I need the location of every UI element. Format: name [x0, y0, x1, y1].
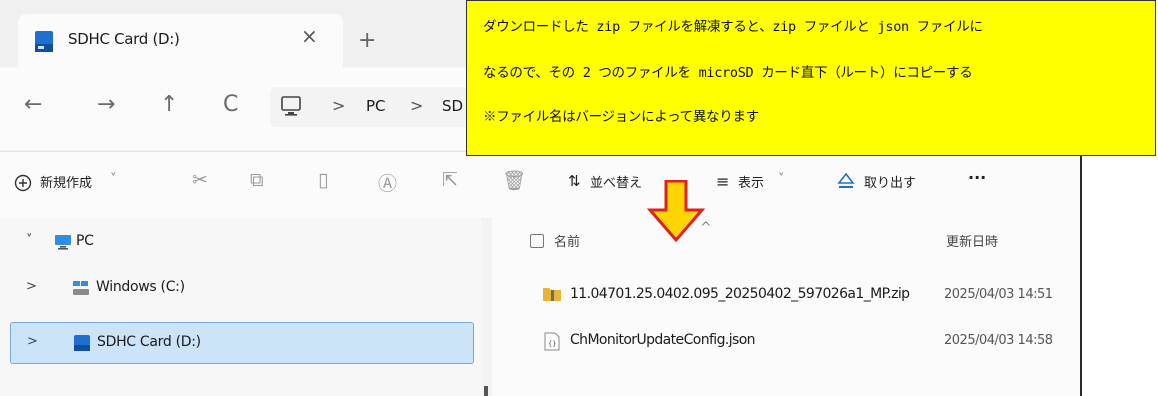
file-list: 名前 ^ 更新日時 11.04701.25.0402.095_20250402_…: [492, 218, 1080, 396]
command-bar: 新規作成 ˅ ✂ ⧉ ▯ Ⓐ ⇱ 🗑 ⇅ 並べ替え ≡ 表示 ˅ 取り出す ··…: [0, 151, 1080, 219]
up-button[interactable]: ↑: [160, 92, 178, 117]
view-button[interactable]: 表示: [738, 172, 764, 191]
windows-drive-icon: [73, 281, 89, 295]
tree-item-windows-c[interactable]: > Windows (C:): [10, 268, 472, 308]
file-date: 2025/04/03 14:51: [944, 287, 1053, 302]
close-icon[interactable]: ×: [301, 24, 318, 48]
json-file-icon: {}: [544, 332, 560, 351]
new-button[interactable]: 新規作成: [40, 172, 92, 191]
view-lines-icon: ≡: [716, 172, 730, 191]
rename-icon[interactable]: Ⓐ: [378, 169, 397, 196]
breadcrumb-sd[interactable]: SD: [442, 97, 463, 115]
delete-icon[interactable]: 🗑: [502, 169, 526, 192]
chevron-down-icon[interactable]: ˅: [26, 233, 33, 248]
file-row[interactable]: 11.04701.25.0402.095_20250402_597026a1_M…: [492, 274, 1080, 314]
tree-label: PC: [76, 233, 94, 249]
annotation-note: ダウンロードした zip ファイルを解凍すると、zip ファイルと json フ…: [466, 0, 1156, 156]
file-name: ChMonitorUpdateConfig.json: [570, 332, 756, 348]
plus-circle-icon: [14, 174, 32, 192]
down-arrow-icon: [646, 180, 706, 242]
tab-sdhc-card[interactable]: SDHC Card (D:) ×: [18, 14, 343, 68]
monitor-icon: [55, 235, 71, 250]
file-date: 2025/04/03 14:58: [944, 333, 1053, 348]
note-line-3: ※ファイル名はバージョンによって異なります: [483, 109, 759, 125]
column-header-date[interactable]: 更新日時: [946, 231, 998, 250]
tree-label: Windows (C:): [96, 279, 185, 295]
back-button[interactable]: ←: [24, 92, 42, 117]
more-options-button[interactable]: ···: [968, 168, 986, 187]
note-line-1: ダウンロードした zip ファイルを解凍すると、zip ファイルと json フ…: [483, 19, 983, 35]
navigation-pane: ˅ PC > Windows (C:) > SDHC Card (D:): [0, 218, 482, 396]
file-row[interactable]: {} ChMonitorUpdateConfig.json 2025/04/03…: [492, 320, 1080, 360]
column-header-name[interactable]: 名前: [554, 231, 580, 250]
chevron-down-icon: ˅: [110, 172, 117, 187]
cut-icon[interactable]: ✂: [192, 169, 208, 191]
breadcrumb-separator: >: [410, 96, 424, 115]
sd-card-icon: [74, 335, 90, 351]
breadcrumb-pc[interactable]: PC: [366, 97, 386, 115]
copy-icon[interactable]: ⧉: [250, 169, 264, 191]
svg-text:{}: {}: [548, 340, 556, 348]
forward-button[interactable]: →: [97, 92, 115, 117]
sort-button[interactable]: 並べ替え: [590, 172, 642, 191]
breadcrumb-separator: >: [332, 96, 346, 115]
share-icon[interactable]: ⇱: [442, 169, 458, 191]
note-line-2: なるので、その 2 つのファイルを microSD カード直下（ルート）にコピー…: [483, 65, 973, 81]
this-pc-icon: [281, 96, 301, 116]
chevron-right-icon[interactable]: >: [26, 279, 37, 294]
new-tab-button[interactable]: +: [358, 28, 376, 53]
pane-splitter[interactable]: [483, 218, 491, 396]
sd-card-icon: [35, 31, 53, 52]
select-all-checkbox[interactable]: [530, 234, 544, 248]
sort-icon: ⇅: [568, 172, 581, 190]
paste-icon[interactable]: ▯: [318, 169, 328, 191]
tree-item-pc[interactable]: ˅ PC: [10, 222, 472, 262]
scrollbar-thumb[interactable]: [484, 386, 488, 396]
file-name: 11.04701.25.0402.095_20250402_597026a1_M…: [570, 286, 910, 302]
tab-title: SDHC Card (D:): [68, 30, 180, 48]
eject-button[interactable]: 取り出す: [864, 172, 916, 191]
chevron-down-icon: ˅: [778, 172, 785, 187]
refresh-button[interactable]: C: [223, 92, 238, 117]
tree-label: SDHC Card (D:): [97, 334, 201, 350]
eject-icon: [837, 172, 855, 188]
zip-folder-icon: [543, 288, 561, 301]
chevron-right-icon[interactable]: >: [27, 334, 38, 349]
tree-item-sdhc-card[interactable]: > SDHC Card (D:): [10, 322, 474, 364]
